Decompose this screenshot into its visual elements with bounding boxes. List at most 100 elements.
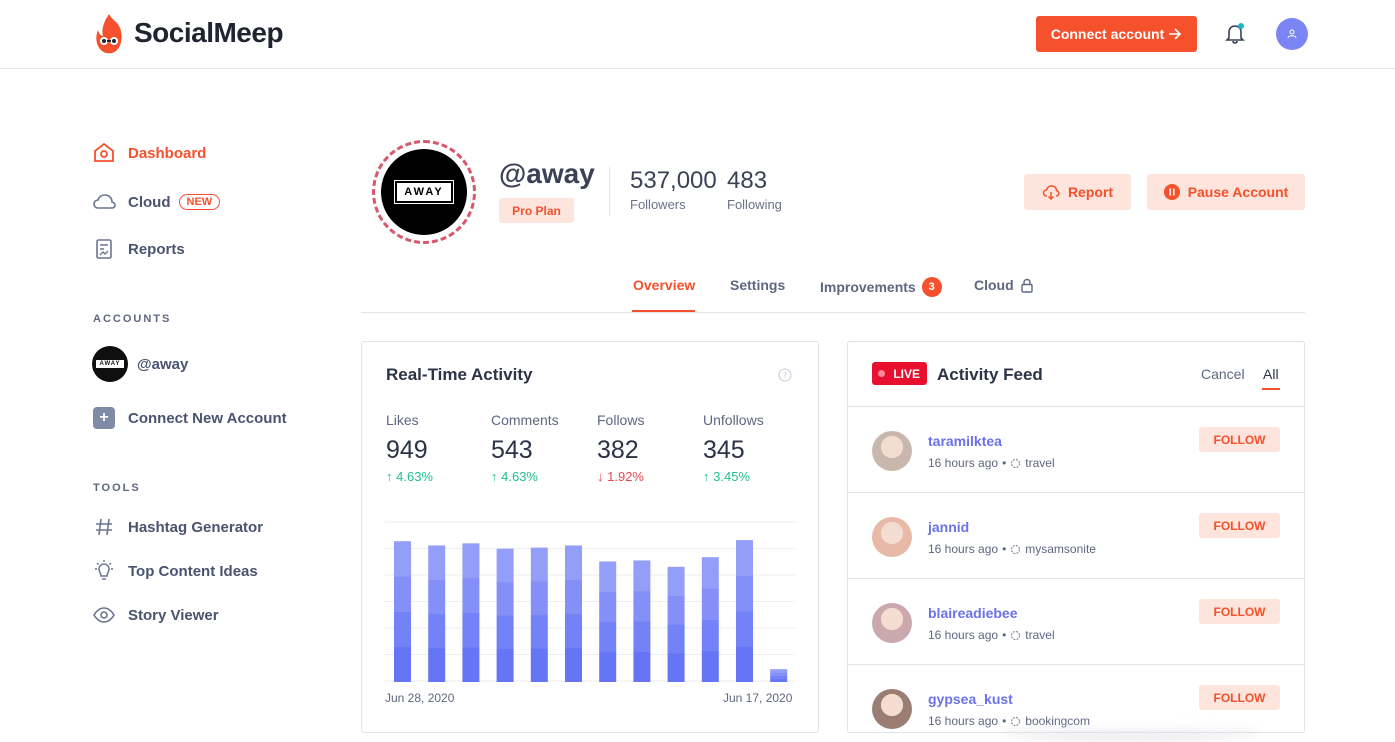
chart-bar (565, 545, 582, 682)
metric-change-value: 1.92% (607, 469, 644, 484)
connect-new-account-label: Connect New Account (128, 409, 287, 427)
hashtag-icon (92, 515, 116, 539)
feed-username[interactable]: taramilktea (928, 433, 1002, 449)
tool-label: Story Viewer (128, 606, 219, 624)
new-badge: NEW (178, 194, 221, 210)
following-count: 483 (727, 167, 768, 194)
account-logo-text: AWAY (96, 360, 124, 368)
metric-change: ↓ 1.92% (597, 469, 644, 484)
activity-bar-chart (385, 521, 795, 682)
cloud-icon (92, 190, 116, 214)
bullet-separator: • (1002, 456, 1007, 470)
chart-bar (428, 545, 446, 682)
arrow-up-icon: ↑ (703, 469, 710, 484)
tool-top-content-ideas[interactable]: Top Content Ideas (92, 559, 258, 583)
feed-username[interactable]: blaireadiebee (928, 605, 1018, 621)
tab-settings[interactable]: Settings (730, 277, 785, 293)
tabs-divider (361, 312, 1305, 313)
feed-user-avatar[interactable] (872, 517, 912, 557)
follow-button[interactable]: FOLLOW (1199, 685, 1280, 710)
pause-label: Pause Account (1187, 184, 1289, 200)
metric-value: 543 (491, 436, 533, 464)
tab-label: Improvements (820, 279, 916, 295)
tab-overview[interactable]: Overview (633, 277, 695, 293)
profile-logo-text: AWAY (394, 180, 454, 204)
tag-icon (1011, 458, 1021, 468)
feed-username[interactable]: jannid (928, 519, 969, 535)
feed-user-avatar[interactable] (872, 603, 912, 643)
tool-story-viewer[interactable]: Story Viewer (92, 603, 219, 627)
tab-cloud[interactable]: Cloud (974, 277, 1034, 293)
profile-handle: @away (499, 158, 595, 189)
metric-change-value: 3.45% (713, 469, 750, 484)
chart-bar (633, 560, 651, 682)
tab-label: Cloud (974, 277, 1014, 293)
metric-change: ↑ 4.63% (491, 469, 559, 484)
lock-icon (1020, 278, 1033, 293)
sidebar-item-cloud[interactable]: Cloud NEW (92, 190, 221, 214)
top-header: SocialMeep Connect account (0, 0, 1395, 69)
report-button[interactable]: Report (1024, 174, 1131, 210)
metric-comments: Comments 543 ↑ 4.63% (491, 412, 559, 484)
sidebar-item-dashboard[interactable]: Dashboard (92, 141, 206, 165)
tab-label: Overview (633, 277, 696, 293)
account-item-away[interactable]: AWAY @away (92, 346, 188, 382)
feed-meta: 16 hours ago • mysamsonite (928, 542, 1096, 556)
feed-filter-all[interactable]: All (1263, 366, 1279, 382)
tools-section-label: TOOLS (93, 482, 141, 494)
followers-stat: 537,000 Followers (630, 167, 717, 212)
pause-icon (1163, 184, 1180, 200)
tag-icon (1011, 716, 1021, 726)
connect-account-button[interactable]: Connect account (1036, 16, 1197, 52)
sidebar-item-reports[interactable]: Reports (92, 237, 185, 261)
chart-bar (667, 566, 685, 682)
connect-new-account-button[interactable]: + Connect New Account (92, 406, 287, 430)
following-stat: 483 Following (727, 167, 782, 212)
lightbulb-icon (92, 559, 116, 583)
follow-button[interactable]: FOLLOW (1199, 427, 1280, 452)
feed-username[interactable]: gypsea_kust (928, 691, 1013, 707)
report-label: Report (1067, 184, 1114, 200)
help-icon[interactable]: ? (778, 368, 792, 382)
feed-time: 16 hours ago (928, 628, 999, 642)
feed-time: 16 hours ago (928, 542, 999, 556)
app-logo[interactable]: SocialMeep (92, 12, 284, 54)
follow-button[interactable]: FOLLOW (1199, 513, 1280, 538)
flame-logo-icon (96, 14, 122, 54)
cloud-download-icon (1042, 185, 1060, 200)
metric-label: Likes (386, 412, 419, 428)
tab-improvements[interactable]: Improvements 3 (820, 277, 942, 297)
follow-button[interactable]: FOLLOW (1199, 599, 1280, 624)
home-icon (92, 141, 116, 165)
metric-value: 382 (597, 436, 639, 464)
feed-tag: travel (1025, 456, 1055, 470)
chart-end-date: Jun 17, 2020 (723, 691, 793, 705)
sidebar-item-label: Cloud (128, 193, 171, 211)
metric-change-value: 4.63% (396, 469, 433, 484)
feed-time: 16 hours ago (928, 456, 999, 470)
chart-start-date: Jun 28, 2020 (385, 691, 455, 705)
feed-meta: 16 hours ago • travel (928, 456, 1055, 470)
feed-item: taramilktea 16 hours ago • travel FOLLOW (848, 406, 1304, 492)
chart-bar (701, 557, 719, 682)
tool-label: Top Content Ideas (128, 562, 258, 580)
tag-icon (1011, 544, 1021, 554)
arrow-up-icon: ↑ (386, 469, 393, 484)
bell-icon[interactable] (1224, 22, 1246, 44)
pause-account-button[interactable]: Pause Account (1147, 174, 1305, 210)
feed-user-avatar[interactable] (872, 689, 912, 729)
activity-feed-title: Activity Feed (937, 365, 1043, 384)
tag-icon (1011, 630, 1021, 640)
live-badge: LIVE (872, 362, 927, 385)
feed-filter-cancel[interactable]: Cancel (1201, 366, 1245, 382)
metric-value: 345 (703, 436, 745, 464)
svg-text:?: ? (783, 371, 787, 380)
chart-bar (599, 561, 617, 682)
user-avatar-button[interactable] (1276, 18, 1308, 50)
feed-user-avatar[interactable] (872, 431, 912, 471)
metric-label: Comments (491, 412, 559, 428)
tool-hashtag-generator[interactable]: Hashtag Generator (92, 515, 263, 539)
stats-divider (609, 167, 610, 216)
followers-count: 537,000 (630, 167, 717, 194)
arrow-up-icon: ↑ (491, 469, 498, 484)
